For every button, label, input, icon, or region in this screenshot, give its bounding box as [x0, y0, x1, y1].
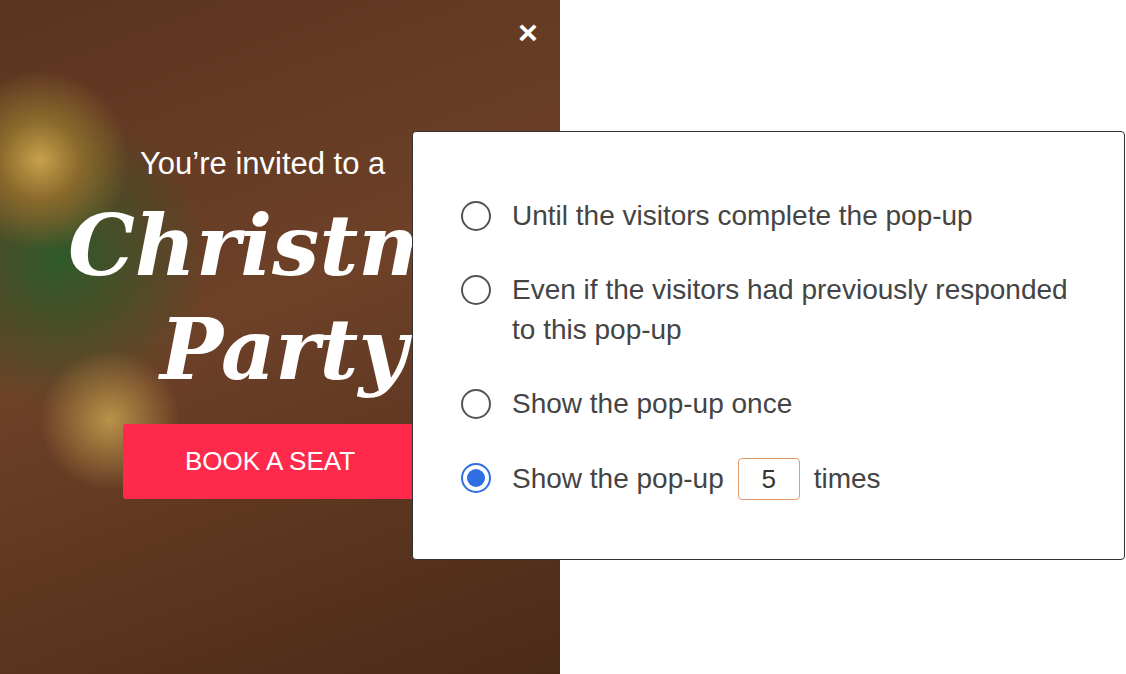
frequency-panel: Until the visitors complete the pop-up Ev…	[412, 131, 1125, 560]
close-icon[interactable]: ×	[518, 12, 538, 52]
popup-editor: ×You’re invited to aChristmaPartyBOOK A …	[0, 0, 1126, 674]
option-text: Show the pop-up	[512, 459, 724, 499]
frequency-option[interactable]: Until the visitors complete the pop-up	[461, 196, 1094, 236]
radio-icon[interactable]	[461, 389, 491, 419]
frequency-option[interactable]: Even if the visitors had previously resp…	[461, 270, 1094, 350]
frequency-option[interactable]: Show the pop-up once	[461, 384, 1094, 424]
option-label: Until the visitors complete the pop-up	[512, 196, 973, 236]
count-input[interactable]: 5	[738, 458, 800, 500]
option-suffix: times	[814, 459, 881, 499]
radio-icon[interactable]	[461, 201, 491, 231]
option-label: Even if the visitors had previously resp…	[512, 270, 1072, 350]
radio-dot-icon	[467, 469, 485, 487]
radio-icon[interactable]	[461, 275, 491, 305]
option-label: Show the pop-up once	[512, 384, 792, 424]
frequency-option[interactable]: Show the pop-up 5 times	[461, 458, 1094, 500]
option-label: Show the pop-up 5 times	[512, 458, 881, 500]
radio-icon[interactable]	[461, 463, 491, 493]
book-seat-button[interactable]: BOOK A SEAT	[123, 424, 423, 499]
